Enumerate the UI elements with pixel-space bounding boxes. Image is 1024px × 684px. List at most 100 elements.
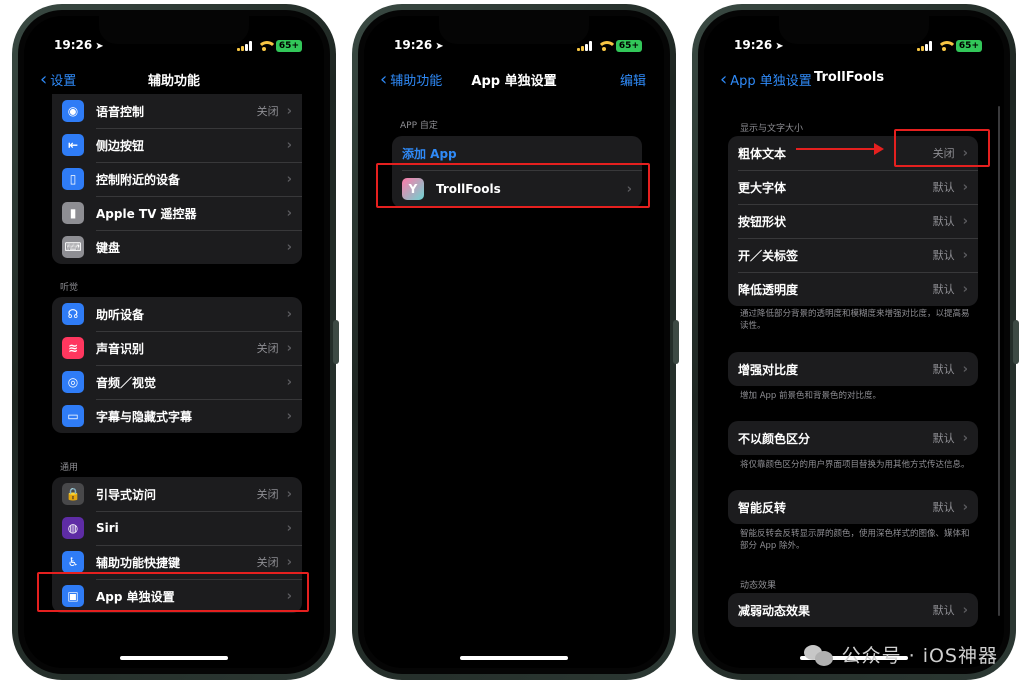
screen-per-app-settings: 19:26 ➤ 65+ ‹ 辅助功能 App 单独设置 编辑 APP 自定 添加 A… [364, 16, 664, 668]
phone-frame-trollfools: 19:26 ➤ 65+ ‹ App 单独设置 TrollFools 显示与文字大小 … [692, 4, 1019, 680]
footer-reduce-transparency: 通过降低部分背景的透明度和模糊度来增强对比度，以提高易读性。 [740, 309, 970, 331]
settings-row[interactable]: ◉ 语音控制 关闭 › [52, 94, 302, 128]
row-differentiate-without-color[interactable]: 不以颜色区分 默认 › [728, 421, 978, 455]
row-label: 助听设备 [96, 307, 145, 322]
home-indicator[interactable] [460, 656, 568, 660]
status-time: 19:26 ➤ [394, 38, 444, 52]
chevron-right-icon: › [286, 486, 292, 502]
chevron-right-icon: › [286, 340, 292, 356]
settings-group-motion: 减弱动态效果 默认 › [728, 593, 978, 627]
row-label: Apple TV 遥控器 [96, 206, 197, 221]
cellular-signal-icon [236, 41, 252, 51]
nearby-devices-icon: ▯ [62, 168, 84, 190]
home-indicator[interactable] [120, 656, 228, 660]
settings-row[interactable]: ▮ Apple TV 遥控器 › [52, 196, 302, 230]
row-value: 默认 [932, 249, 955, 262]
back-button[interactable]: ‹ App 单独设置 [720, 70, 812, 89]
settings-row[interactable]: 按钮形状 默认 › [728, 204, 978, 238]
row-label: 按钮形状 [738, 214, 787, 229]
screen-accessibility: 19:26 ➤ 65+ ‹ 设置 辅助功能 ◉ 语音控制 关闭 › ⇤ 侧边按钮 › ▯ 控制附近的… [24, 16, 324, 668]
section-header-app-custom: APP 自定 [400, 121, 438, 131]
tv-remote-icon: ▮ [62, 202, 84, 224]
chevron-right-icon: › [962, 179, 968, 195]
wifi-icon [596, 41, 617, 51]
row-label: 侧边按钮 [96, 138, 145, 153]
phone-frame-per-app-settings: 19:26 ➤ 65+ ‹ 辅助功能 App 单独设置 编辑 APP 自定 添加 A… [352, 4, 679, 680]
guided-access-icon: 🔒 [62, 483, 84, 505]
settings-row[interactable]: 降低透明度 默认 › [728, 272, 978, 306]
row-value: 关闭 [256, 488, 279, 501]
row-label: 降低透明度 [738, 282, 799, 297]
cellular-signal-icon [916, 41, 932, 51]
chevron-left-icon: ‹ [380, 68, 388, 90]
chevron-right-icon: › [286, 137, 292, 153]
row-value: 默认 [932, 181, 955, 194]
settings-row[interactable]: 开／关标签 默认 › [728, 238, 978, 272]
settings-row[interactable]: ⇤ 侧边按钮 › [52, 128, 302, 162]
chevron-right-icon: › [962, 213, 968, 229]
scrollbar[interactable] [998, 106, 1000, 616]
nav-bar: ‹ 辅助功能 App 单独设置 编辑 [364, 70, 664, 94]
chevron-right-icon: › [286, 554, 292, 570]
status-time: 19:26 ➤ [734, 38, 784, 52]
chevron-right-icon: › [286, 205, 292, 221]
siri-icon: ◍ [62, 517, 84, 539]
settings-row[interactable]: ▯ 控制附近的设备 › [52, 162, 302, 196]
row-value: 关闭 [256, 342, 279, 355]
row-label: Siri [96, 521, 119, 535]
row-label: 控制附近的设备 [96, 172, 181, 187]
row-label: 更大字体 [738, 180, 787, 195]
row-value: 默认 [932, 215, 955, 228]
back-button[interactable]: ‹ 辅助功能 [380, 70, 442, 89]
chevron-right-icon: › [962, 281, 968, 297]
voice-control-icon: ◉ [62, 100, 84, 122]
battery-indicator: 65+ [955, 40, 982, 52]
section-header-motion: 动态效果 [740, 581, 777, 591]
nav-bar: ‹ App 单独设置 TrollFools [704, 70, 1004, 94]
settings-row[interactable]: ▭ 字幕与隐藏式字幕 › [52, 399, 302, 433]
chevron-right-icon: › [962, 247, 968, 263]
chevron-right-icon: › [962, 602, 968, 618]
chevron-right-icon: › [962, 361, 968, 377]
watermark-text: 公众号 · iOS神器 [841, 645, 998, 667]
row-label: 开／关标签 [738, 248, 799, 263]
row-reduce-motion[interactable]: 减弱动态效果 默认 › [728, 593, 978, 627]
settings-row[interactable]: ≋ 声音识别 关闭 › [52, 331, 302, 365]
phone-bezel: 19:26 ➤ 65+ ‹ 辅助功能 App 单独设置 编辑 APP 自定 添加 A… [358, 10, 670, 674]
row-value: 关闭 [256, 105, 279, 118]
subtitles-icon: ▭ [62, 405, 84, 427]
settings-row[interactable]: ☊ 助听设备 › [52, 297, 302, 331]
section-header-general: 通用 [60, 463, 79, 473]
screen-trollfools-settings: 19:26 ➤ 65+ ‹ App 单独设置 TrollFools 显示与文字大小 … [704, 16, 1004, 668]
settings-row[interactable]: 更大字体 默认 › [728, 170, 978, 204]
battery-indicator: 65+ [615, 40, 642, 52]
settings-row[interactable]: 🔒 引导式访问 关闭 › [52, 477, 302, 511]
row-label: 语音控制 [96, 104, 145, 119]
status-bar: 19:26 ➤ 65+ [704, 38, 1004, 58]
row-increase-contrast[interactable]: 增强对比度 默认 › [728, 352, 978, 386]
settings-group-interaction: ◉ 语音控制 关闭 › ⇤ 侧边按钮 › ▯ 控制附近的设备 › ▮ Apple TV 遥控器 › ⌨ 键盘… [52, 94, 302, 264]
settings-row[interactable]: ◍ Siri › [52, 511, 302, 545]
settings-row[interactable]: ⌨ 键盘 › [52, 230, 302, 264]
cellular-signal-icon [576, 41, 592, 51]
row-smart-invert[interactable]: 智能反转 默认 › [728, 490, 978, 524]
wifi-icon [256, 41, 277, 51]
chevron-left-icon: ‹ [720, 68, 728, 90]
row-label: 字幕与隐藏式字幕 [96, 409, 193, 424]
phone-side-button [333, 320, 339, 364]
row-value: 默认 [932, 283, 955, 296]
phone-bezel: 19:26 ➤ 65+ ‹ App 单独设置 TrollFools 显示与文字大小 … [698, 10, 1010, 674]
chevron-right-icon: › [286, 103, 292, 119]
chevron-right-icon: › [286, 520, 292, 536]
edit-button[interactable]: 编辑 [620, 70, 646, 89]
hearing-device-icon: ☊ [62, 303, 84, 325]
settings-row[interactable]: ◎ 音频／视觉 › [52, 365, 302, 399]
footer-differentiate-color: 将仅靠颜色区分的用户界面项目替换为用其他方式传达信息。 [740, 460, 970, 470]
annotation-arrow [796, 143, 884, 155]
settings-group-differentiate-color: 不以颜色区分 默认 › [728, 421, 978, 455]
chevron-right-icon: › [286, 408, 292, 424]
status-time: 19:26 ➤ [54, 38, 104, 52]
nav-bar: ‹ 设置 辅助功能 [24, 70, 324, 94]
back-button[interactable]: ‹ 设置 [40, 70, 76, 89]
section-header-display-text: 显示与文字大小 [740, 124, 804, 134]
